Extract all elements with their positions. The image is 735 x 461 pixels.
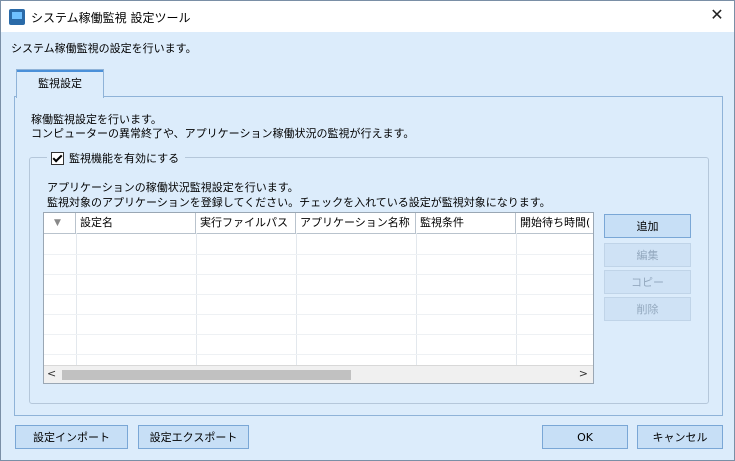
copy-button[interactable]: コピー [604,270,691,294]
grid-column-line [196,233,197,383]
guide-line-1: アプリケーションの稼働状況監視設定を行います。 [47,181,299,194]
column-header[interactable]: 開始待ち時間( [516,213,593,233]
grid-row-line [44,254,593,255]
tab-monitor-settings[interactable]: 監視設定 [16,69,104,98]
export-settings-button[interactable]: 設定エクスポート [138,425,249,449]
grid-column-line [516,233,517,383]
window-title: システム稼働監視 設定ツール [31,11,191,25]
grid-row-line [44,294,593,295]
column-header[interactable]: 実行ファイルパス [196,213,296,233]
close-icon[interactable]: ✕ [708,6,726,24]
column-header[interactable]: 監視条件 [416,213,516,233]
grid-row-line [44,314,593,315]
grid-column-line [76,233,77,383]
delete-button[interactable]: 削除 [604,297,691,321]
add-button[interactable]: 追加 [604,214,691,238]
grid-header: ▼ 設定名 実行ファイルパス アプリケーション名称 監視条件 開始待ち時間( [44,213,593,234]
checkbox-label: 監視機能を有効にする [69,152,180,165]
horizontal-scrollbar[interactable]: < > [44,365,593,383]
title-bar[interactable]: システム稼働監視 設定ツール ✕ [1,1,734,32]
column-header[interactable]: 設定名 [76,213,196,233]
app-icon [9,9,25,25]
window-description: システム稼働監視の設定を行います。 [11,42,197,55]
grid-column-line [416,233,417,383]
enable-monitor-checkbox[interactable]: 監視機能を有効にする [47,150,186,166]
grid-row-line [44,274,593,275]
ok-button[interactable]: OK [542,425,628,449]
grid-column-line [296,233,297,383]
settings-window: システム稼働監視 設定ツール ✕ システム稼働監視の設定を行います。 監視設定 … [0,0,735,461]
cancel-button[interactable]: キャンセル [637,425,723,449]
grid-row-line [44,334,593,335]
guide-line-2: 監視対象のアプリケーションを登録してください。チェックを入れている設定が監視対象… [47,196,551,209]
checkbox-checked-icon[interactable] [51,151,64,165]
intro-line-2: コンピューターの異常終了や、アプリケーション稼働状況の監視が行えます。 [31,127,415,140]
grid-row-line [44,354,593,355]
sort-arrow-icon[interactable]: ▼ [44,213,76,233]
scroll-left-icon[interactable]: < [47,367,56,380]
settings-grid[interactable]: ▼ 設定名 実行ファイルパス アプリケーション名称 監視条件 開始待ち時間( <… [43,212,594,384]
scroll-thumb[interactable] [62,370,351,380]
column-header[interactable]: アプリケーション名称 [296,213,416,233]
scroll-right-icon[interactable]: > [579,367,588,380]
import-settings-button[interactable]: 設定インポート [15,425,128,449]
edit-button[interactable]: 編集 [604,243,691,267]
